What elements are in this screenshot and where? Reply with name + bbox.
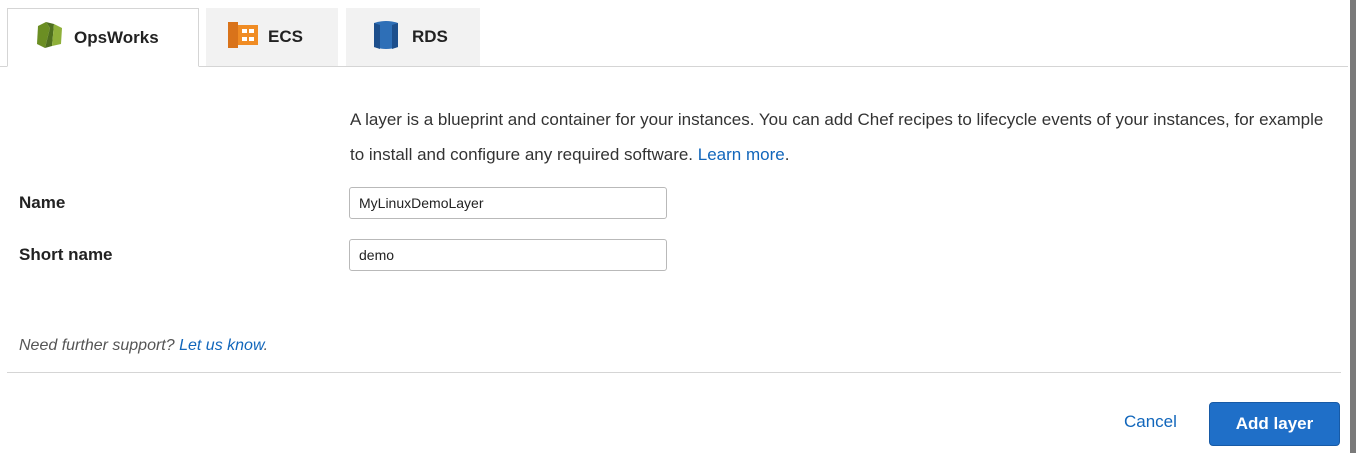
layer-description: A layer is a blueprint and container for… [350, 102, 1340, 172]
window-right-edge [1350, 0, 1356, 453]
name-input[interactable] [349, 187, 667, 219]
support-text: Need further support? Let us know. [19, 337, 268, 355]
support-question: Need further support? [19, 337, 175, 354]
tab-opsworks[interactable]: OpsWorks [7, 8, 199, 67]
tab-bar: OpsWorks ECS RDS [0, 0, 1348, 67]
learn-more-link[interactable]: Learn more [698, 145, 785, 164]
support-period: . [263, 337, 269, 354]
footer-divider [7, 372, 1341, 373]
add-layer-button[interactable]: Add layer [1209, 402, 1340, 446]
tab-ecs[interactable]: ECS [206, 8, 338, 66]
opsworks-icon [34, 22, 64, 53]
rds-icon [370, 20, 402, 55]
short-name-input[interactable] [349, 239, 667, 271]
tab-label: OpsWorks [74, 27, 159, 47]
description-period: . [784, 145, 790, 164]
tab-label: RDS [412, 27, 448, 46]
name-label: Name [19, 193, 66, 212]
ecs-icon [228, 21, 258, 53]
description-text: A layer is a blueprint and container for… [350, 110, 1324, 164]
tab-label: ECS [268, 27, 303, 46]
tab-rds[interactable]: RDS [346, 8, 480, 66]
let-us-know-link[interactable]: Let us know [179, 337, 264, 354]
cancel-button[interactable]: Cancel [1124, 412, 1177, 432]
short-name-label: Short name [19, 245, 113, 264]
